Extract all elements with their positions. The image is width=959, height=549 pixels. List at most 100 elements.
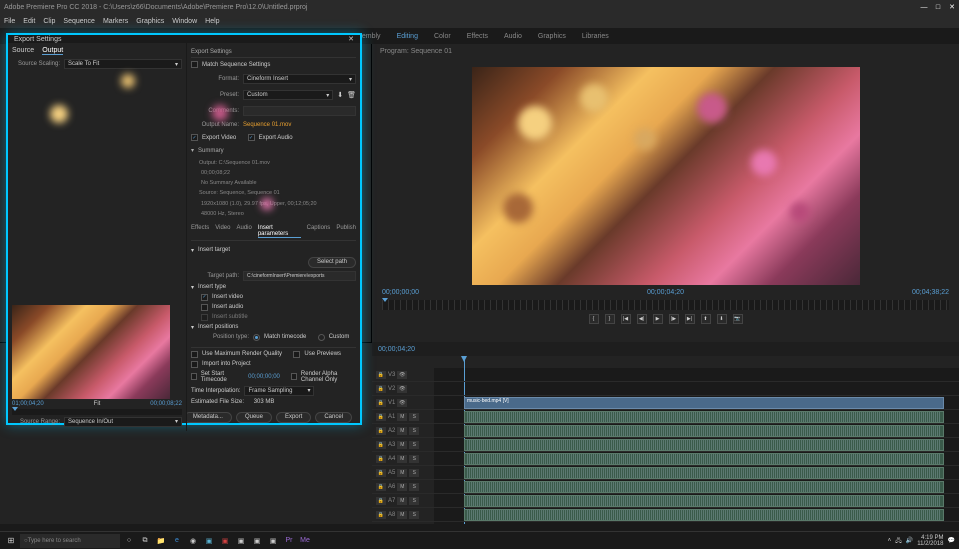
tab-effects[interactable]: Effects	[191, 225, 209, 238]
maximize-button[interactable]: □	[931, 1, 945, 13]
workspace-graphics[interactable]: Graphics	[538, 33, 566, 40]
save-preset-icon[interactable]: ⬇	[337, 91, 343, 99]
export-frame-button[interactable]: 📷	[733, 314, 743, 324]
track-area[interactable]: music-bed.mp4 [V]	[434, 356, 959, 524]
app-icon-3[interactable]: ▣	[234, 534, 248, 548]
network-icon[interactable]: 🖧	[895, 536, 902, 546]
taskbar-search[interactable]: ○ Type here to search	[20, 534, 120, 548]
cancel-button[interactable]: Cancel	[315, 412, 352, 423]
audio-clip-a2[interactable]	[464, 425, 944, 437]
workspace-audio[interactable]: Audio	[504, 33, 522, 40]
app-icon-2[interactable]: ▣	[218, 534, 232, 548]
minimize-button[interactable]: —	[917, 1, 931, 13]
program-ruler[interactable]	[382, 300, 949, 310]
video-clip[interactable]: music-bed.mp4 [V]	[464, 397, 944, 409]
use-previews-checkbox[interactable]	[293, 351, 300, 358]
format-dropdown[interactable]: Cineform Insert▾	[243, 74, 356, 84]
timeline-ruler[interactable]	[434, 356, 959, 368]
metadata-button[interactable]: Metadata...	[186, 412, 232, 423]
workspace-editing[interactable]: Editing	[397, 33, 418, 40]
insert-audio-checkbox[interactable]	[201, 304, 208, 311]
import-project-checkbox[interactable]	[191, 361, 198, 368]
menu-sequence[interactable]: Sequence	[63, 18, 95, 25]
source-range-dropdown[interactable]: Sequence In/Out▾	[64, 417, 182, 427]
start-button[interactable]: ⊞	[4, 534, 18, 548]
extract-button[interactable]: ⬇	[717, 314, 727, 324]
menu-graphics[interactable]: Graphics	[136, 18, 164, 25]
close-button[interactable]: ✕	[945, 1, 959, 13]
workspace-effects[interactable]: Effects	[467, 33, 488, 40]
app-icon-1[interactable]: ▣	[202, 534, 216, 548]
tab-output[interactable]: Output	[42, 47, 63, 55]
app-icon-5[interactable]: ▣	[266, 534, 280, 548]
timeline-tc[interactable]: 00;00;04;20	[378, 346, 415, 353]
export-video-checkbox[interactable]	[191, 134, 198, 141]
menu-edit[interactable]: Edit	[23, 18, 35, 25]
menu-markers[interactable]: Markers	[103, 18, 128, 25]
source-scaling-dropdown[interactable]: Scale To Fit▾	[64, 59, 182, 69]
media-encoder-icon[interactable]: Me	[298, 534, 312, 548]
edge-icon[interactable]: e	[170, 534, 184, 548]
audio-clip-a3[interactable]	[464, 439, 944, 451]
mark-in-button[interactable]: {	[589, 314, 599, 324]
match-seq-checkbox[interactable]	[191, 61, 198, 68]
play-button[interactable]: ▶	[653, 314, 663, 324]
explorer-icon[interactable]: 📁	[154, 534, 168, 548]
export-close-button[interactable]: ✕	[348, 35, 354, 43]
tab-source[interactable]: Source	[12, 47, 34, 55]
notification-icon[interactable]: 💬	[948, 537, 955, 544]
tab-audio[interactable]: Audio	[236, 225, 251, 238]
comments-input[interactable]	[243, 106, 356, 116]
workspace-color[interactable]: Color	[434, 33, 451, 40]
audio-clip-a8[interactable]	[464, 509, 944, 521]
tray-time[interactable]: 4:19 PM	[917, 535, 943, 541]
playhead-icon[interactable]	[382, 298, 388, 302]
audio-clip-a6[interactable]	[464, 481, 944, 493]
select-path-button[interactable]: Select path	[308, 257, 356, 268]
alpha-only-checkbox[interactable]	[291, 373, 297, 380]
step-fwd-button[interactable]: |▶	[669, 314, 679, 324]
tray-date[interactable]: 11/2/2018	[917, 541, 943, 547]
insert-video-checkbox[interactable]	[201, 294, 208, 301]
start-tc-value[interactable]: 00;00;00;00	[248, 374, 280, 380]
step-back-button[interactable]: ◀|	[637, 314, 647, 324]
tab-insert-params[interactable]: Insert parameters	[258, 225, 301, 238]
queue-button[interactable]: Queue	[236, 412, 272, 423]
menu-window[interactable]: Window	[172, 18, 197, 25]
preview-playhead-icon[interactable]	[12, 407, 18, 411]
volume-icon[interactable]: 🔊	[906, 537, 913, 544]
preview-scrubber[interactable]	[12, 409, 182, 415]
audio-clip-a1[interactable]	[464, 411, 944, 423]
export-button[interactable]: Export	[276, 412, 311, 423]
time-interp-dropdown[interactable]: Frame Sampling▾	[244, 386, 314, 396]
cortana-icon[interactable]: ○	[122, 534, 136, 548]
match-timecode-radio[interactable]	[253, 334, 260, 341]
output-name-link[interactable]: Sequence 01.mov	[243, 122, 291, 128]
set-start-tc-checkbox[interactable]	[191, 373, 197, 380]
tab-video[interactable]: Video	[215, 225, 230, 238]
preset-dropdown[interactable]: Custom▾	[243, 90, 333, 100]
max-quality-checkbox[interactable]	[191, 351, 198, 358]
lift-button[interactable]: ⬆	[701, 314, 711, 324]
premiere-icon[interactable]: Pr	[282, 534, 296, 548]
go-to-out-button[interactable]: ▶|	[685, 314, 695, 324]
target-path-input[interactable]: C:\cineformInsert\Premiere\exports	[243, 271, 356, 281]
tab-captions[interactable]: Captions	[307, 225, 331, 238]
audio-clip-a7[interactable]	[464, 495, 944, 507]
tab-publish[interactable]: Publish	[336, 225, 356, 238]
task-view-icon[interactable]: ⧉	[138, 534, 152, 548]
delete-preset-icon[interactable]: 🗑	[347, 91, 356, 99]
menu-help[interactable]: Help	[205, 18, 219, 25]
fit-dropdown[interactable]: Fit	[94, 401, 101, 407]
tray-chevron-icon[interactable]: ˄	[888, 538, 892, 544]
chrome-icon[interactable]: ◉	[186, 534, 200, 548]
app-icon-4[interactable]: ▣	[250, 534, 264, 548]
export-audio-checkbox[interactable]	[248, 134, 255, 141]
custom-radio[interactable]	[318, 334, 325, 341]
mark-out-button[interactable]: }	[605, 314, 615, 324]
audio-clip-a4[interactable]	[464, 453, 944, 465]
go-to-in-button[interactable]: |◀	[621, 314, 631, 324]
audio-clip-a5[interactable]	[464, 467, 944, 479]
menu-file[interactable]: File	[4, 18, 15, 25]
menu-clip[interactable]: Clip	[43, 18, 55, 25]
